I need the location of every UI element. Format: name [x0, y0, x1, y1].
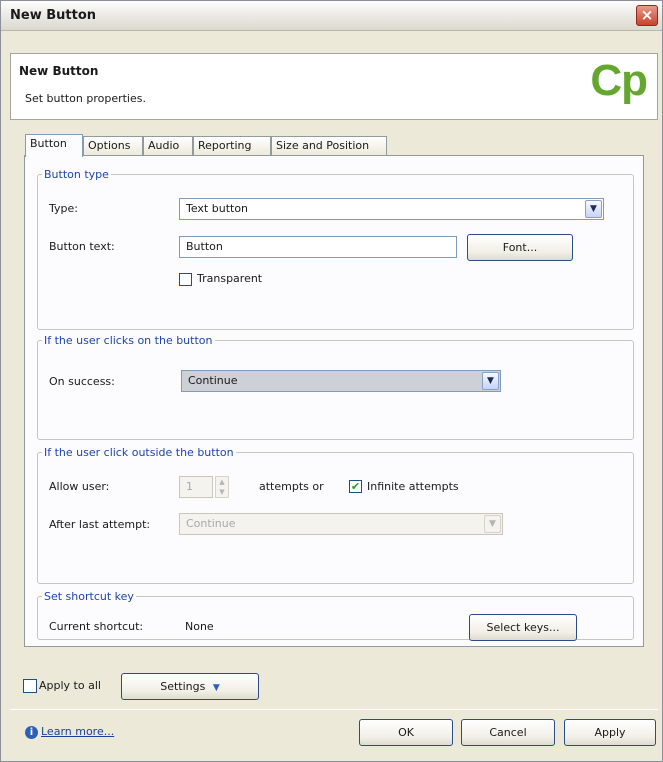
- tab-size-and-position[interactable]: Size and Position: [271, 136, 387, 156]
- attempts-stepper[interactable]: ▲ ▼: [215, 476, 229, 498]
- user-clicks-legend: If the user clicks on the button: [44, 334, 213, 347]
- tab-reporting[interactable]: Reporting: [193, 136, 271, 156]
- chevron-down-icon[interactable]: ▼: [484, 515, 501, 533]
- after-last-attempt-label: After last attempt:: [49, 518, 151, 531]
- chevron-down-icon[interactable]: ▼: [585, 200, 602, 218]
- select-keys-button[interactable]: Select keys...: [469, 614, 577, 641]
- type-select[interactable]: Text button ▼: [179, 198, 604, 220]
- type-label: Type:: [49, 202, 78, 215]
- tab-options[interactable]: Options: [83, 136, 143, 156]
- chevron-down-icon[interactable]: ▼: [482, 372, 499, 390]
- settings-button-label: Settings: [160, 680, 206, 693]
- button-text-label: Button text:: [49, 240, 115, 253]
- dropdown-arrow-icon: ▼: [212, 683, 220, 693]
- type-select-value: Text button: [186, 202, 249, 215]
- font-button[interactable]: Font...: [467, 234, 573, 261]
- transparent-checkbox[interactable]: [179, 273, 192, 286]
- on-success-value: Continue: [188, 374, 238, 387]
- infinite-attempts-checkbox[interactable]: ✔: [349, 480, 362, 493]
- info-icon: i: [25, 726, 38, 739]
- allow-user-label: Allow user:: [49, 480, 110, 493]
- apply-to-all-checkbox[interactable]: [23, 679, 37, 693]
- new-button-dialog: New Button × New Button Set button prope…: [0, 0, 663, 762]
- shortcut-legend: Set shortcut key: [44, 590, 134, 603]
- header-banner: New Button Set button properties. Cp: [10, 53, 658, 120]
- on-success-label: On success:: [49, 375, 115, 388]
- button-tab-panel: Button type Type: Text button ▼ Button t…: [24, 155, 644, 647]
- infinite-attempts-label: Infinite attempts: [367, 480, 459, 493]
- learn-more-link[interactable]: Learn more...: [41, 725, 114, 738]
- close-icon[interactable]: ×: [636, 5, 658, 26]
- title-bar: New Button ×: [1, 1, 662, 31]
- window-title: New Button: [10, 8, 97, 23]
- header-subtitle: Set button properties.: [25, 92, 146, 105]
- attempts-suffix: attempts or: [259, 480, 324, 493]
- cancel-button[interactable]: Cancel: [461, 719, 555, 746]
- ok-button[interactable]: OK: [359, 719, 453, 746]
- header-title: New Button: [19, 64, 99, 78]
- settings-button[interactable]: Settings ▼: [121, 673, 259, 700]
- user-click-outside-legend: If the user click outside the button: [44, 446, 234, 459]
- transparent-label: Transparent: [197, 272, 263, 285]
- attempts-input[interactable]: 1: [179, 476, 213, 498]
- button-text-input[interactable]: Button: [179, 236, 457, 258]
- after-last-attempt-select[interactable]: Continue ▼: [179, 513, 503, 535]
- captivate-logo: Cp: [590, 56, 648, 105]
- tab-button[interactable]: Button: [25, 134, 83, 157]
- button-type-legend: Button type: [44, 168, 109, 181]
- current-shortcut-label: Current shortcut:: [49, 620, 144, 633]
- apply-button[interactable]: Apply: [564, 719, 656, 746]
- tab-audio[interactable]: Audio: [143, 136, 193, 156]
- after-last-attempt-value: Continue: [186, 517, 236, 530]
- footer-separator: [10, 709, 658, 710]
- on-success-select[interactable]: Continue ▼: [181, 370, 501, 392]
- current-shortcut-value: None: [185, 620, 214, 633]
- apply-to-all-label: Apply to all: [39, 679, 101, 692]
